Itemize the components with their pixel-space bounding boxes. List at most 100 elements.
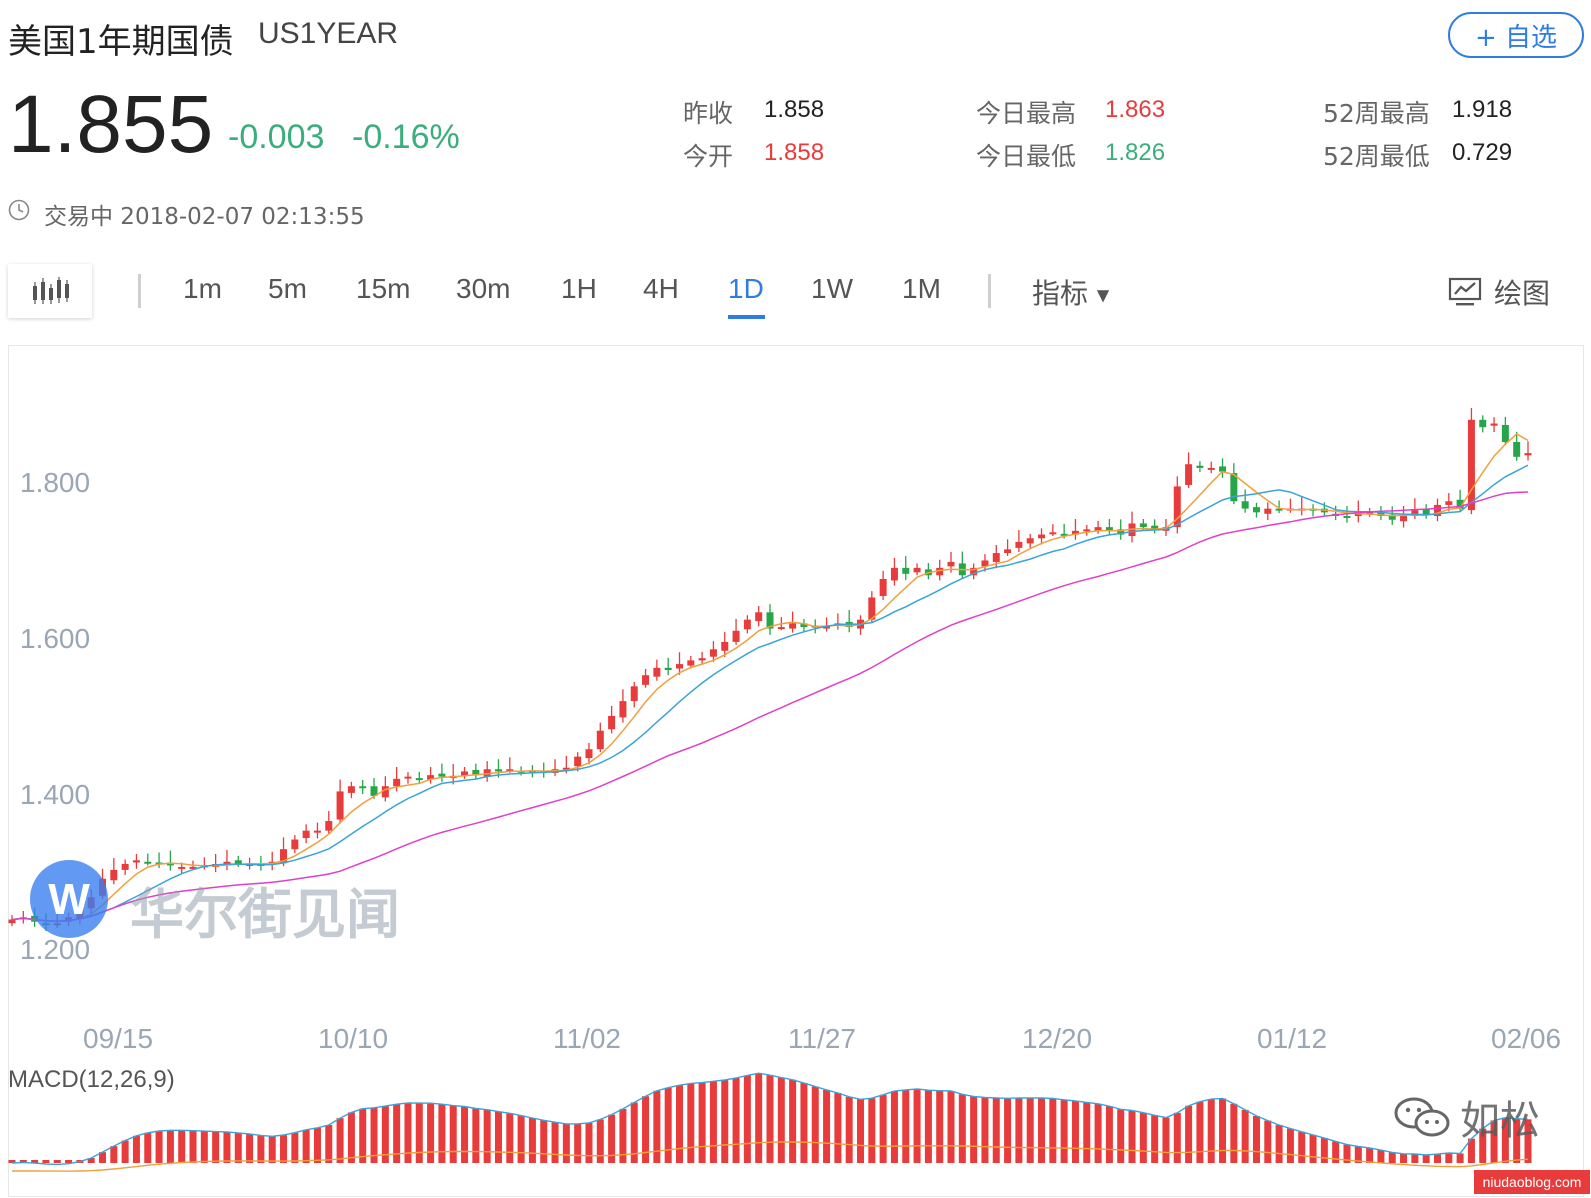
macd-bar — [291, 1132, 299, 1163]
macd-bar — [155, 1131, 163, 1163]
macd-bar — [1456, 1153, 1464, 1163]
macd-bar — [1286, 1128, 1294, 1163]
wechat-account-name: 如松 — [1460, 1098, 1540, 1144]
macd-bar — [879, 1094, 887, 1163]
macd-bar — [1400, 1153, 1408, 1163]
macd-bar — [857, 1099, 865, 1163]
candle-body — [687, 660, 695, 666]
x-tick-label: 11/27 — [788, 1023, 856, 1054]
candle-body — [494, 769, 502, 772]
macd-bar — [574, 1123, 582, 1163]
candle-body — [709, 649, 717, 657]
candle-body — [336, 791, 344, 820]
macd-bar — [755, 1073, 763, 1163]
macd-bar — [743, 1075, 751, 1163]
macd-bar — [110, 1146, 118, 1163]
blog-watermark: niudaoblog.com — [1474, 1170, 1590, 1194]
x-tick-label: 01/12 — [1257, 1023, 1328, 1054]
macd-bar — [596, 1119, 604, 1163]
macd-bar — [257, 1135, 265, 1163]
candle-body — [890, 567, 898, 581]
candle-body — [1026, 538, 1034, 544]
macd-bar — [687, 1083, 695, 1163]
macd-bar — [121, 1140, 129, 1163]
candle-body — [879, 578, 887, 596]
x-tick-label: 12/20 — [1022, 1023, 1093, 1054]
candle-body — [992, 553, 1000, 562]
x-tick-label: 11/02 — [553, 1023, 621, 1054]
macd-bar — [1094, 1103, 1102, 1163]
candle-body — [721, 641, 729, 651]
macd-bar — [766, 1075, 774, 1163]
ma-line-ma30 — [11, 491, 1529, 923]
wechat-icon — [1394, 1097, 1450, 1137]
candle-body — [619, 701, 627, 718]
macd-bar — [359, 1108, 367, 1163]
macd-bar — [992, 1097, 1000, 1163]
macd-bar — [1219, 1098, 1227, 1163]
candle-body — [653, 667, 661, 677]
candle-body — [947, 561, 955, 567]
candle-body — [608, 715, 616, 730]
candle-body — [1038, 534, 1046, 539]
candle-body — [1139, 523, 1147, 528]
candle-body — [630, 686, 638, 702]
wechat-watermark: 如松 — [1392, 1088, 1540, 1146]
candle-body — [1400, 516, 1408, 522]
candle-body — [291, 839, 299, 850]
candle-body — [585, 749, 593, 759]
macd-bar — [1105, 1106, 1113, 1163]
macd-bar — [958, 1094, 966, 1163]
candle-body — [438, 773, 446, 777]
candle-body — [1479, 419, 1487, 428]
macd-bar — [347, 1112, 355, 1163]
macd-bar — [166, 1130, 174, 1163]
ma-line-ma5 — [11, 432, 1529, 923]
candle-body — [1513, 442, 1521, 457]
macd-bar — [1060, 1099, 1068, 1163]
candle-body — [347, 786, 355, 793]
macd-bar — [800, 1083, 808, 1163]
macd-bar — [336, 1118, 344, 1163]
candle-body — [777, 627, 785, 630]
macd-bar — [913, 1088, 921, 1163]
candle-body — [642, 675, 650, 685]
macd-bar — [506, 1113, 514, 1163]
candle-body — [789, 623, 797, 629]
macd-bar — [970, 1096, 978, 1163]
macd-bar — [890, 1091, 898, 1163]
macd-bar — [1411, 1153, 1419, 1163]
x-tick-label: 09/15 — [83, 1023, 154, 1054]
macd-bar — [427, 1103, 435, 1163]
candle-body — [902, 567, 910, 574]
macd-bar — [1377, 1150, 1385, 1163]
macd-bar — [1151, 1115, 1159, 1163]
x-tick-label: 10/10 — [318, 1023, 389, 1054]
macd-bar — [132, 1135, 140, 1163]
macd-bar — [1366, 1147, 1374, 1163]
macd-bar — [811, 1086, 819, 1163]
publisher-logo: W — [30, 860, 108, 938]
macd-bar — [1252, 1115, 1260, 1163]
candle-body — [1049, 532, 1057, 535]
candle-body — [664, 667, 672, 671]
macd-bar — [212, 1131, 220, 1163]
candle-body — [1264, 508, 1272, 514]
candle-body — [698, 658, 706, 661]
publisher-logo-letter: W — [48, 875, 90, 924]
candle-body — [121, 863, 129, 870]
macd-bar — [675, 1085, 683, 1163]
candle-body — [574, 756, 582, 767]
macd-bar — [200, 1131, 208, 1163]
macd-bar — [845, 1096, 853, 1163]
macd-bar — [325, 1125, 333, 1163]
macd-bar — [517, 1115, 525, 1163]
macd-bar — [1320, 1138, 1328, 1163]
candle-body — [913, 567, 921, 573]
macd-bar — [280, 1135, 288, 1163]
candle-body — [1343, 516, 1351, 519]
macd-bar — [53, 1160, 61, 1163]
macd-bar — [1388, 1152, 1396, 1163]
candle-body — [675, 664, 683, 669]
candle-body — [596, 730, 604, 750]
